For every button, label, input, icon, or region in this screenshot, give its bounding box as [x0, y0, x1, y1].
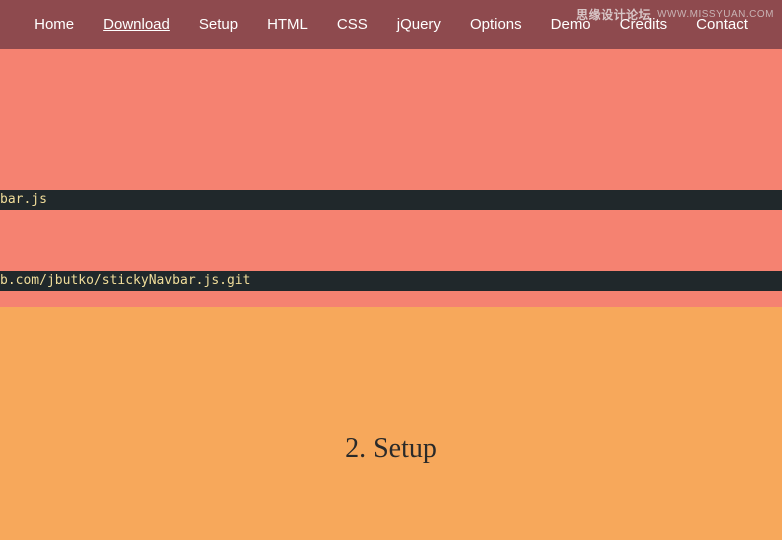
watermark: 思缘设计论坛 WWW.MISSYUAN.COM	[576, 6, 774, 23]
nav-link-css[interactable]: CSS	[337, 16, 368, 33]
nav-link-setup[interactable]: Setup	[199, 16, 238, 33]
nav-link-html[interactable]: HTML	[267, 16, 308, 33]
code-line-2: b.com/jbutko/stickyNavbar.js.git	[0, 271, 782, 291]
nav-item-jquery[interactable]: jQuery	[397, 16, 441, 34]
nav-link-download[interactable]: Download	[103, 16, 170, 33]
setup-heading: 2. Setup	[0, 433, 782, 465]
nav-item-css[interactable]: CSS	[337, 16, 368, 34]
nav-item-home[interactable]: Home	[34, 16, 74, 34]
nav-link-jquery[interactable]: jQuery	[397, 16, 441, 33]
nav-item-html[interactable]: HTML	[267, 16, 308, 34]
code-line-1: bar.js	[0, 190, 782, 210]
watermark-url: WWW.MISSYUAN.COM	[657, 9, 774, 20]
nav-item-download[interactable]: Download	[103, 16, 170, 34]
nav-link-options[interactable]: Options	[470, 16, 522, 33]
nav-link-home[interactable]: Home	[34, 16, 74, 33]
nav-item-setup[interactable]: Setup	[199, 16, 238, 34]
nav-item-options[interactable]: Options	[470, 16, 522, 34]
section-setup: 2. Setup	[0, 307, 782, 540]
section-download: bar.js b.com/jbutko/stickyNavbar.js.git	[0, 49, 782, 307]
watermark-cn: 思缘设计论坛	[576, 6, 651, 23]
